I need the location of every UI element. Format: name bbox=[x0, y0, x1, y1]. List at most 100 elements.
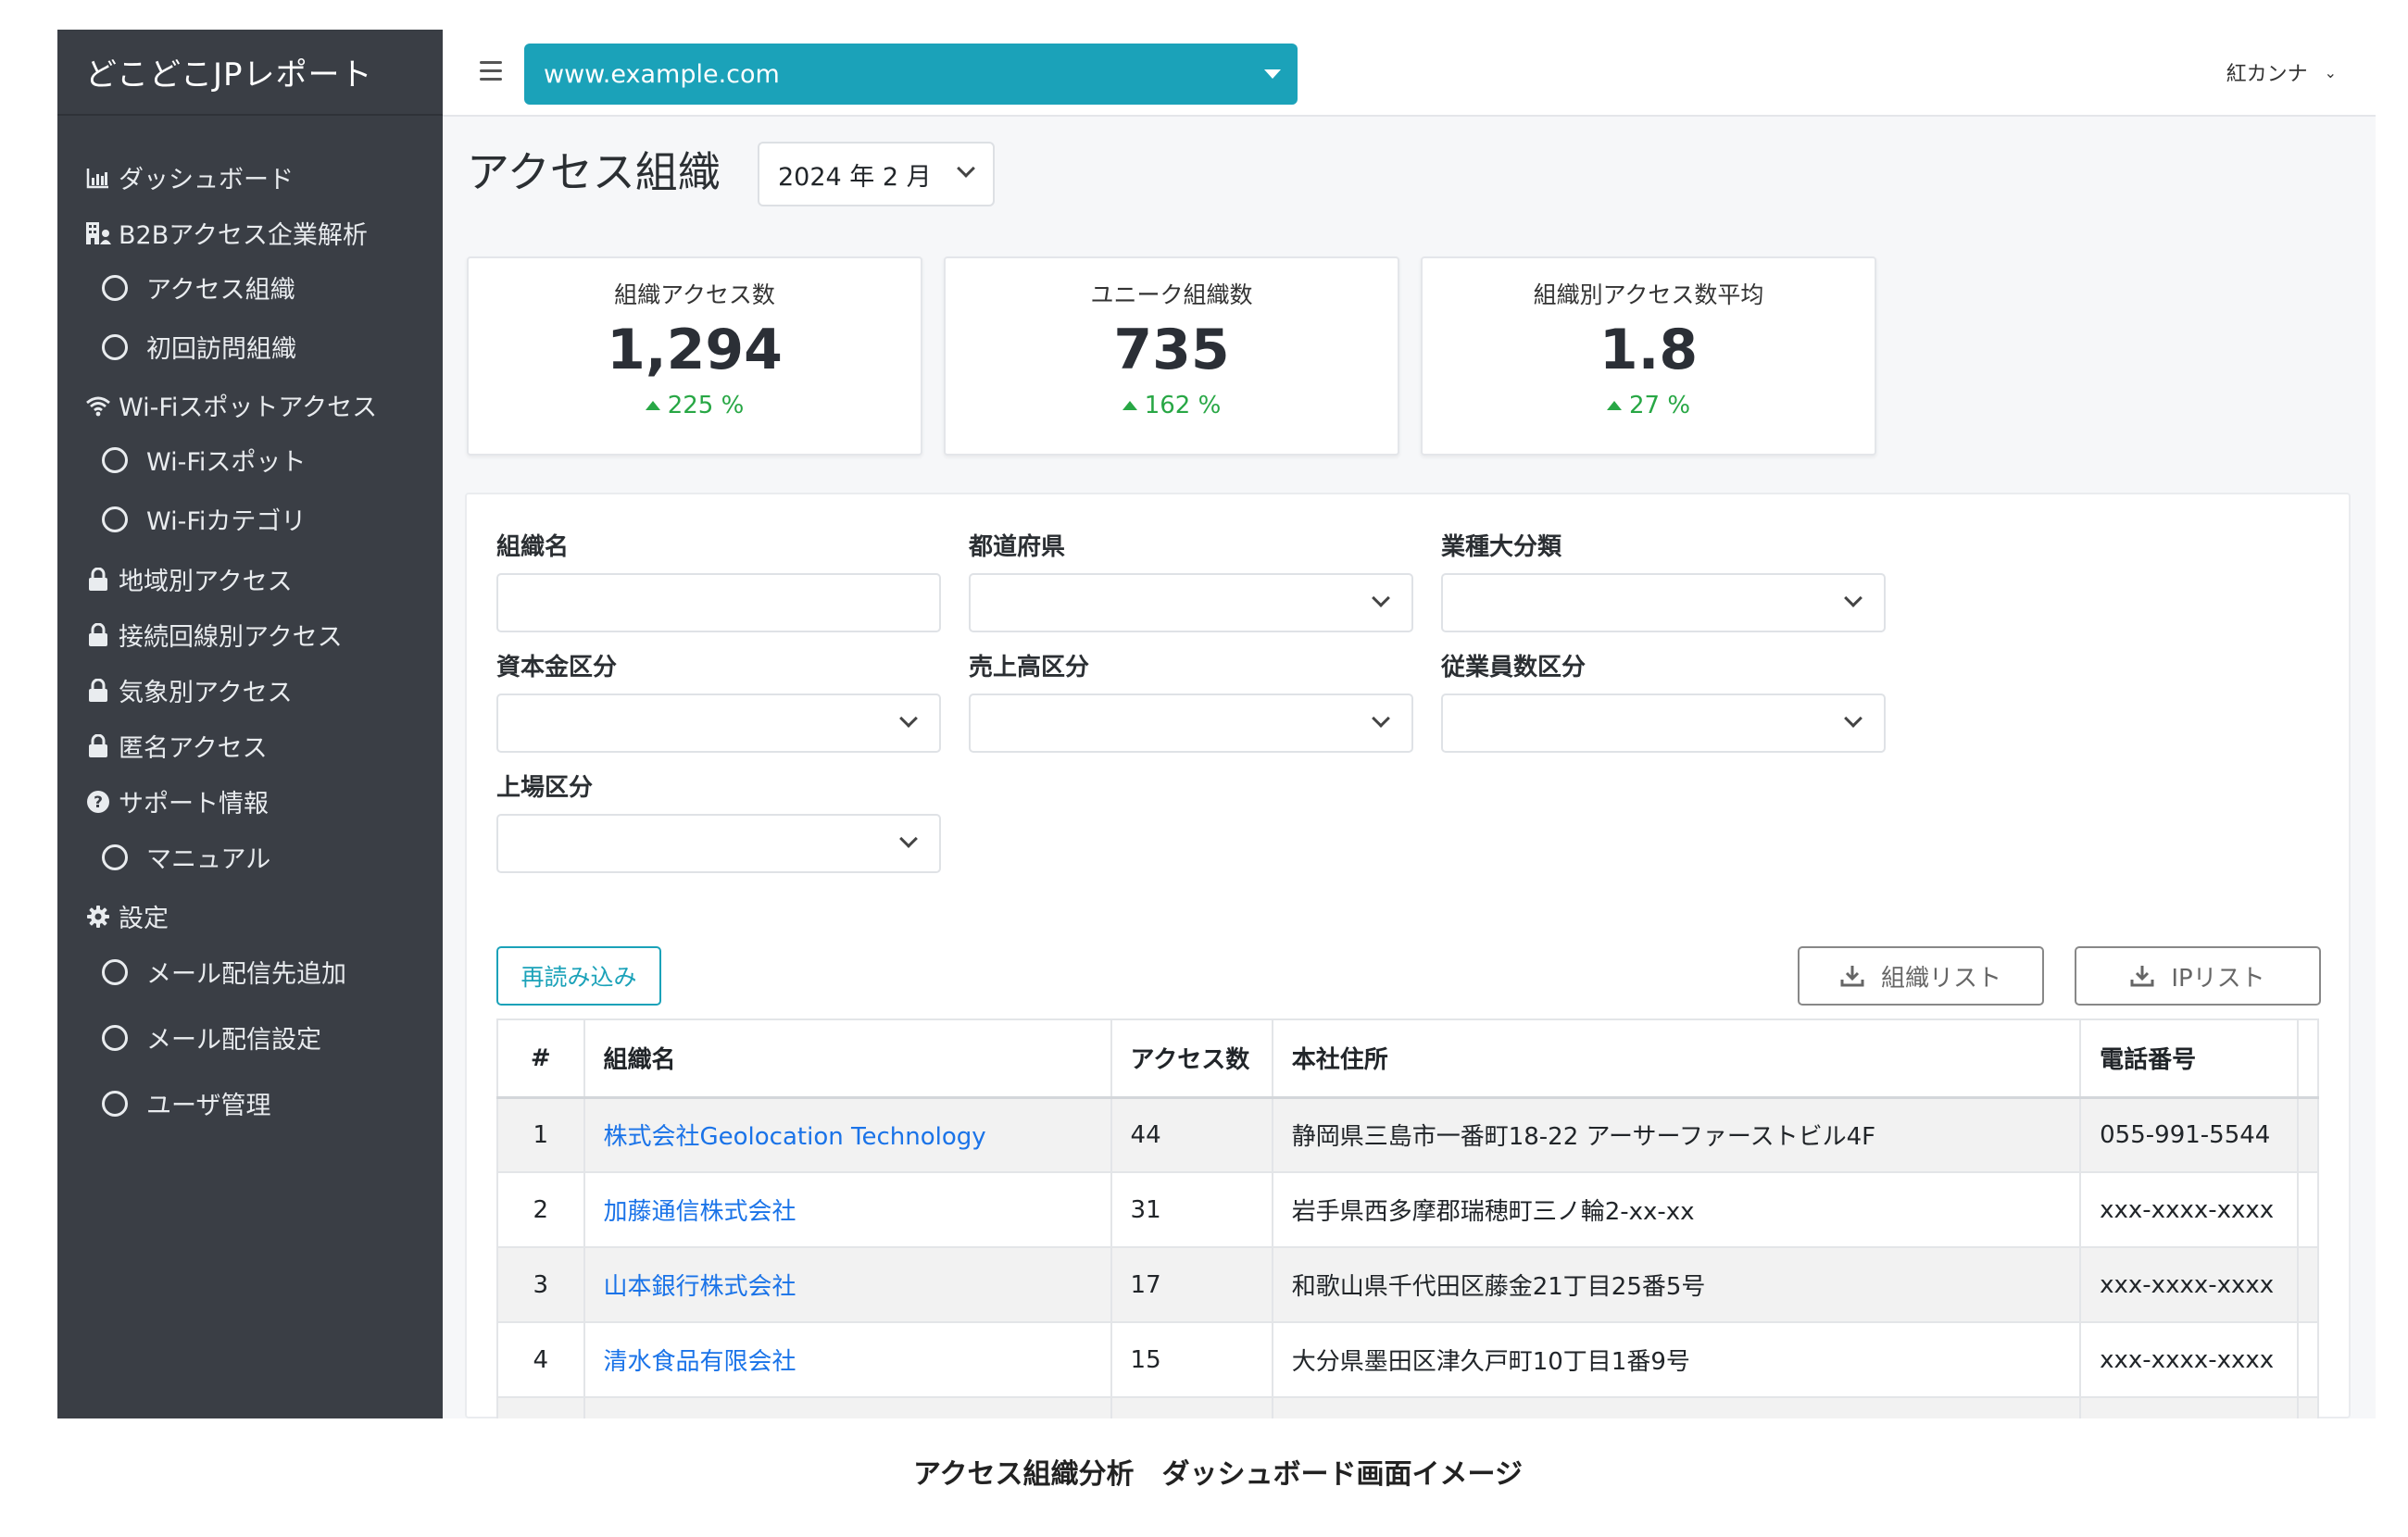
cell-empty bbox=[1110, 1397, 1273, 1418]
cell-extra bbox=[2296, 1097, 2320, 1173]
lock-icon bbox=[85, 567, 111, 593]
sidebar-item-dashboard[interactable]: ダッシュボード bbox=[85, 159, 294, 195]
industry-select[interactable] bbox=[1441, 573, 1886, 632]
sidebar-item-label: 匿名アクセス bbox=[119, 734, 268, 763]
stat-value: 1,294 bbox=[607, 318, 783, 382]
sidebar-item-user-management[interactable]: ユーザ管理 bbox=[102, 1085, 270, 1121]
org-list-label: 組織リスト bbox=[1880, 964, 2001, 993]
org-name-link[interactable]: 清水食品有限会社 bbox=[583, 1322, 1111, 1398]
cell-index: 3 bbox=[496, 1247, 584, 1323]
lock-icon bbox=[85, 678, 111, 704]
column-header-org-name[interactable]: 組織名 bbox=[583, 1018, 1111, 1099]
sidebar-item-b2b[interactable]: B2Bアクセス企業解析 bbox=[85, 215, 368, 251]
chevron-down-icon bbox=[1844, 589, 1862, 607]
column-header-access-count[interactable]: アクセス数 bbox=[1110, 1018, 1273, 1099]
cell-extra bbox=[2296, 1322, 2320, 1398]
figure-caption: アクセス組織分析 ダッシュボード画面イメージ bbox=[913, 1458, 1523, 1491]
sidebar-item-manual[interactable]: マニュアル bbox=[102, 839, 270, 875]
column-header-address[interactable]: 本社住所 bbox=[1271, 1018, 2081, 1099]
cell-address: 静岡県三島市一番町18-22 アーサーファーストビル4F bbox=[1271, 1097, 2081, 1173]
cell-index: 4 bbox=[496, 1322, 584, 1398]
app-frame: どこどこJPレポート ダッシュボード B2Bアクセス企業解析 アクセス組織 初回… bbox=[57, 30, 2376, 1418]
circle-icon bbox=[102, 1024, 128, 1051]
cell-access-count: 15 bbox=[1110, 1322, 1273, 1398]
sidebar-item-label: アクセス組織 bbox=[146, 276, 295, 305]
sidebar-item-line-access[interactable]: 接続回線別アクセス bbox=[85, 617, 343, 653]
stat-label: 組織別アクセス数平均 bbox=[1533, 281, 1764, 308]
column-header-index[interactable]: # bbox=[496, 1018, 584, 1099]
filter-label-listing: 上場区分 bbox=[496, 774, 594, 802]
table-row-partial bbox=[496, 1397, 2320, 1418]
sidebar-item-mail-settings[interactable]: メール配信設定 bbox=[102, 1019, 321, 1056]
triangle-up-icon bbox=[645, 401, 660, 410]
ip-list-download-button[interactable]: IPリスト bbox=[2075, 946, 2321, 1006]
lock-icon bbox=[85, 733, 111, 759]
building-icon bbox=[85, 220, 111, 246]
chevron-down-icon bbox=[1372, 709, 1390, 728]
triangle-up-icon bbox=[1606, 401, 1622, 410]
sidebar-item-mail-recipient-add[interactable]: メール配信先追加 bbox=[102, 954, 346, 990]
ip-list-label: IPリスト bbox=[2171, 964, 2265, 993]
table-row: 4 清水食品有限会社 15 大分県墨田区津久戸町10丁目1番9号 xxx-xxx… bbox=[496, 1322, 2320, 1398]
month-select[interactable]: 2024 年 2 月 bbox=[758, 142, 995, 206]
sidebar-item-settings[interactable]: 設定 bbox=[85, 898, 169, 934]
prefecture-select[interactable] bbox=[969, 573, 1413, 632]
sidebar-item-label: マニュアル bbox=[146, 845, 271, 874]
sidebar-item-label: メール配信先追加 bbox=[146, 960, 346, 989]
cell-empty bbox=[1271, 1397, 2081, 1418]
stat-label: 組織アクセス数 bbox=[614, 281, 775, 308]
chevron-down-icon bbox=[1844, 709, 1862, 728]
cell-phone: xxx-xxxx-xxxx bbox=[2079, 1172, 2298, 1248]
hamburger-menu-icon[interactable] bbox=[480, 61, 502, 86]
user-menu[interactable]: 紅カンナ ⌄ bbox=[2226, 57, 2337, 87]
sidebar-item-wifi-spot[interactable]: Wi-Fiスポット bbox=[102, 442, 306, 478]
wifi-icon bbox=[85, 393, 111, 419]
chevron-down-icon bbox=[899, 709, 918, 728]
sidebar-item-label: ユーザ管理 bbox=[146, 1092, 271, 1120]
cell-empty bbox=[2296, 1397, 2320, 1418]
column-header-phone[interactable]: 電話番号 bbox=[2079, 1018, 2298, 1099]
table-row: 1 株式会社Geolocation Technology 44 静岡県三島市一番… bbox=[496, 1097, 2320, 1173]
circle-icon bbox=[102, 506, 128, 532]
question-icon: ? bbox=[85, 789, 111, 815]
sidebar-item-wifi-access[interactable]: Wi-Fiスポットアクセス bbox=[85, 387, 377, 423]
svg-text:?: ? bbox=[94, 793, 103, 812]
filter-label-capital: 資本金区分 bbox=[496, 654, 618, 681]
stat-change: 225 % bbox=[469, 392, 921, 419]
triangle-up-icon bbox=[1122, 401, 1137, 410]
gear-icon bbox=[85, 904, 111, 930]
sidebar-item-label: メール配信設定 bbox=[146, 1026, 321, 1055]
capital-select[interactable] bbox=[496, 694, 941, 753]
page-title: アクセス組織 bbox=[467, 147, 721, 197]
org-name-link[interactable]: 加藤通信株式会社 bbox=[583, 1172, 1111, 1248]
app-brand[interactable]: どこどこJPレポート bbox=[57, 30, 443, 116]
employees-select[interactable] bbox=[1441, 694, 1886, 753]
org-list-download-button[interactable]: 組織リスト bbox=[1798, 946, 2044, 1006]
org-name-input[interactable] bbox=[496, 573, 941, 632]
circle-icon bbox=[102, 274, 128, 301]
column-header-extra bbox=[2296, 1018, 2320, 1099]
table-row: 2 加藤通信株式会社 31 岩手県西多摩郡瑞穂町三ノ輪2-xx-xx xxx-x… bbox=[496, 1172, 2320, 1248]
stat-change-value: 27 % bbox=[1628, 392, 1691, 419]
sidebar-item-weather-access[interactable]: 気象別アクセス bbox=[85, 672, 293, 708]
stat-card-avg-access: 組織別アクセス数平均 1.8 27 % bbox=[1421, 256, 1876, 456]
sidebar-item-first-visit-org[interactable]: 初回訪問組織 bbox=[102, 329, 296, 365]
org-name-link[interactable]: 株式会社Geolocation Technology bbox=[583, 1097, 1111, 1173]
chevron-down-icon bbox=[1372, 589, 1390, 607]
sidebar-item-region-access[interactable]: 地域別アクセス bbox=[85, 561, 293, 597]
listing-select[interactable] bbox=[496, 814, 941, 873]
reload-button[interactable]: 再読み込み bbox=[496, 946, 661, 1006]
sidebar-item-wifi-category[interactable]: Wi-Fiカテゴリ bbox=[102, 501, 306, 537]
table-header-row: # 組織名 アクセス数 本社住所 電話番号 bbox=[496, 1018, 2320, 1099]
sales-select[interactable] bbox=[969, 694, 1413, 753]
sidebar-item-anonymous-access[interactable]: 匿名アクセス bbox=[85, 728, 268, 764]
sidebar-item-access-org[interactable]: アクセス組織 bbox=[102, 269, 295, 306]
org-name-link[interactable]: 山本銀行株式会社 bbox=[583, 1247, 1111, 1323]
stat-change-value: 225 % bbox=[667, 392, 745, 419]
site-select[interactable]: www.example.com bbox=[524, 44, 1298, 105]
filter-label-industry: 業種大分類 bbox=[1441, 533, 1562, 561]
cell-access-count: 44 bbox=[1110, 1097, 1273, 1173]
sidebar-item-support[interactable]: ? サポート情報 bbox=[85, 783, 269, 819]
stat-card-org-access: 組織アクセス数 1,294 225 % bbox=[467, 256, 922, 456]
cell-access-count: 31 bbox=[1110, 1172, 1273, 1248]
